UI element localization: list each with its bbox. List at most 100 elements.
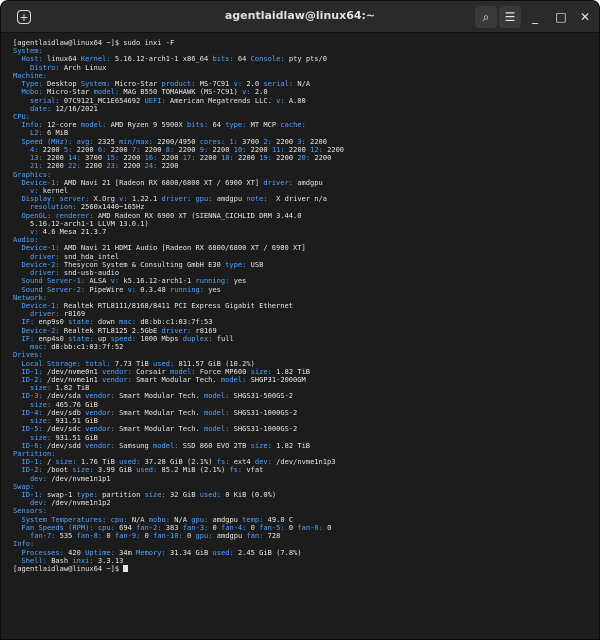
terminal-line: Device-1: Realtek RTL8111/8168/8411 PCI … bbox=[13, 301, 593, 310]
field-key: Memory: bbox=[136, 547, 171, 557]
terminal-line: Info: 12-core model: AMD Ryzen 9 5900X b… bbox=[13, 121, 593, 129]
field-value: SHGP31-2000GM bbox=[250, 374, 306, 384]
field-value: 64 bbox=[237, 54, 251, 64]
field-value: /dev/nvme1n1p3 bbox=[276, 457, 336, 467]
terminal-line: ID-2: /dev/nvme1n1 vendor: Smart Modular… bbox=[13, 374, 593, 384]
field-value: 0 bbox=[327, 522, 332, 532]
cursor bbox=[123, 565, 129, 572]
field-key: model: bbox=[203, 407, 234, 417]
field-value: amdgpu bbox=[297, 177, 323, 187]
field-value: /dev/nvme1n1p2 bbox=[51, 498, 111, 508]
field-value: Smart Modular Tech. bbox=[119, 424, 204, 434]
terminal-line: Device-1: AMD Navi 21 [Radeon RX 6800/68… bbox=[13, 177, 593, 187]
terminal-line: dev: /dev/nvme1n1p1 bbox=[13, 473, 593, 483]
field-key: model: bbox=[220, 374, 251, 384]
field-key: fan-6: bbox=[297, 522, 328, 532]
field-key: used: bbox=[199, 490, 226, 500]
field-key: type: bbox=[225, 259, 251, 269]
field-value: Arch Linux bbox=[63, 62, 107, 72]
field-value: Realtek RTL8111/8168/8411 PCI Express Gi… bbox=[63, 301, 294, 310]
field-value: SHGS31-1000GS-2 bbox=[233, 424, 298, 434]
field-value: 535 bbox=[59, 531, 77, 541]
minimize-icon[interactable]: _ bbox=[525, 7, 545, 27]
field-value: 0 KiB (0.0%) bbox=[225, 490, 277, 500]
close-icon[interactable]: ✕ bbox=[575, 7, 595, 27]
field-key: driver: bbox=[263, 177, 298, 187]
field-key: 22: bbox=[68, 161, 86, 171]
terminal-line: ID-3: /dev/sda vendor: Smart Modular Tec… bbox=[13, 392, 593, 400]
terminal-line: date: 12/16/2021 bbox=[13, 103, 593, 113]
field-key: UEFI: bbox=[144, 95, 170, 105]
field-key: size: bbox=[144, 490, 171, 500]
field-value: 12/16/2021 bbox=[55, 103, 98, 113]
field-value: 2200 bbox=[123, 161, 145, 171]
terminal-line: dev: /dev/nvme1n1p2 bbox=[13, 499, 593, 507]
field-key: fs: bbox=[229, 465, 247, 475]
field-value: 2200 bbox=[314, 153, 332, 163]
field-value: pty pts/0 bbox=[288, 54, 328, 64]
field-key: model: bbox=[203, 424, 234, 434]
field-value: 0.3.48 bbox=[140, 284, 170, 294]
field-value: X driver n/a bbox=[271, 194, 328, 204]
field-value: 1.82 TiB bbox=[276, 440, 311, 450]
field-value: 5.16.12-arch1-1 x86_64 bbox=[114, 54, 213, 64]
field-key: note: bbox=[246, 194, 272, 204]
field-value: 2200 bbox=[237, 153, 260, 163]
field-key: model: bbox=[153, 440, 183, 450]
field-key: 20: bbox=[297, 153, 315, 163]
field-value: SHGS31-1000GS-2 bbox=[233, 407, 298, 417]
terminal-line: v: 4.6 Mesa 21.3.7 bbox=[13, 227, 593, 237]
field-key: vendor: bbox=[85, 440, 120, 450]
field-value: MT MCP bbox=[250, 120, 281, 130]
field-value: AMD Navi 21 [Radeon RX 6800/6800 XT / 69… bbox=[63, 177, 264, 187]
field-value: yes bbox=[208, 284, 221, 294]
field-value: Smart Modular Tech. bbox=[119, 391, 204, 401]
field-value: 4.6 Mesa 21.3.7 bbox=[42, 227, 107, 237]
field-value: 0 bbox=[144, 531, 154, 541]
field-key: model: bbox=[80, 120, 111, 130]
terminal-line: ID-4: /dev/sdb vendor: Smart Modular Tec… bbox=[13, 407, 593, 417]
field-value: 2200 bbox=[85, 161, 107, 171]
field-value: Smart Modular Tech. bbox=[136, 374, 221, 384]
field-key: 23: bbox=[106, 161, 124, 171]
field-value: /dev/nvme1n1p1 bbox=[51, 473, 111, 483]
field-key: bits: bbox=[212, 54, 238, 64]
field-key: bits: bbox=[186, 120, 213, 130]
terminal-line: [agentlaidlaw@linux64 ~]$ bbox=[13, 564, 593, 573]
field-key: v: bbox=[276, 95, 289, 105]
field-value: SSD 860 EVO 2TB bbox=[182, 440, 251, 450]
field-value: amdgpu bbox=[216, 531, 247, 541]
field-key: model: bbox=[203, 391, 234, 401]
field-value: 2.45 GiB (7.8%) bbox=[237, 547, 302, 557]
field-key: fan-9: bbox=[114, 531, 145, 541]
terminal-line: fan-7: 535 fan-8: 0 fan-9: 0 fan-10: 0 g… bbox=[13, 532, 593, 540]
field-value: 728 bbox=[267, 531, 281, 541]
field-value: 64 bbox=[212, 120, 226, 130]
menu-icon[interactable]: ☰ bbox=[499, 6, 521, 28]
field-value: Samsung bbox=[119, 440, 154, 450]
field-value: AMD Ryzen 9 5900X bbox=[110, 120, 187, 130]
field-value: SHGS31-500GS-2 bbox=[233, 391, 294, 401]
field-value: 2200 bbox=[276, 153, 298, 163]
terminal-line: Sound Server-2: PipeWire v: 0.3.48 runni… bbox=[13, 284, 593, 294]
field-key: 19: bbox=[259, 153, 277, 163]
terminal-line: mac: d8:bb:c1:03:7f:52 bbox=[13, 342, 593, 351]
field-key: duplex: bbox=[182, 333, 217, 343]
maximize-icon[interactable]: □ bbox=[551, 7, 571, 27]
field-value: full bbox=[216, 333, 234, 343]
field-value: vfat bbox=[246, 465, 264, 475]
field-value: 2200 bbox=[161, 161, 179, 171]
terminal-line: 21: 2200 22: 2200 23: 2200 24: 2200 bbox=[13, 162, 593, 170]
field-value: 31.34 GiB bbox=[170, 547, 213, 557]
terminal-line: Distro: Arch Linux bbox=[13, 62, 593, 72]
field-value: USB bbox=[250, 259, 264, 269]
terminal-output[interactable]: [agentlaidlaw@linux64 ~]$ sudo inxi -F Sy… bbox=[13, 38, 593, 635]
field-value: amdgpu bbox=[216, 194, 247, 204]
field-key: used: bbox=[212, 547, 238, 557]
field-key: running: bbox=[170, 284, 209, 294]
field-key: cache: bbox=[280, 120, 306, 130]
field-value: [agentlaidlaw@linux64 ~]$ bbox=[13, 564, 124, 573]
search-icon[interactable]: ⌕ bbox=[475, 6, 497, 28]
field-key: size: bbox=[250, 440, 277, 450]
field-value: 2200 bbox=[199, 153, 221, 163]
